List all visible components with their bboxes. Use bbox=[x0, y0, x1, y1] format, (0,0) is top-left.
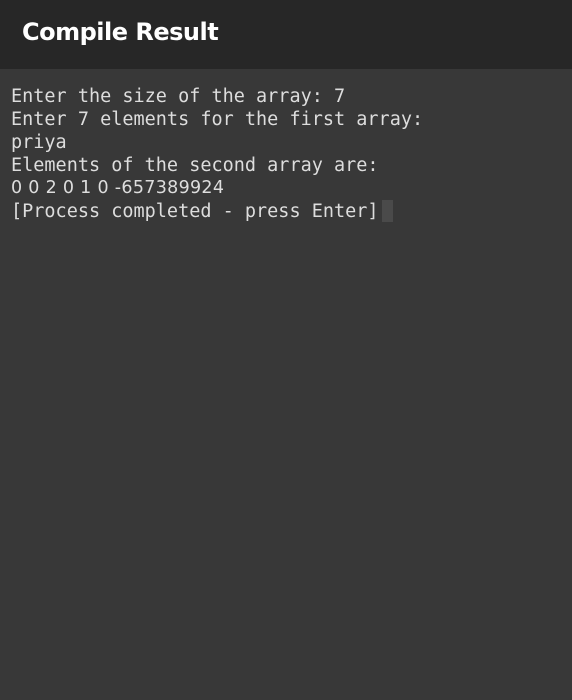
terminal-output-area[interactable]: Enter the size of the array: 7 Enter 7 e… bbox=[0, 69, 572, 700]
terminal-line-user-input: priya bbox=[11, 132, 67, 153]
terminal-line-elements-prompt: Enter 7 elements for the first array: bbox=[11, 109, 424, 130]
terminal-line-array-size: Enter the size of the array: 7 bbox=[11, 86, 346, 107]
terminal-line-second-array-values: 0 0 2 0 1 0 -657389924 bbox=[11, 178, 225, 198]
page-title: Compile Result bbox=[22, 18, 219, 46]
terminal-line-process-status: [Process completed - press Enter] bbox=[11, 200, 423, 223]
terminal-line-second-array-label: Elements of the second array are: bbox=[11, 155, 379, 176]
process-completed-message: [Process completed - press Enter] bbox=[11, 201, 379, 222]
terminal-output: Enter the size of the array: 7 Enter 7 e… bbox=[11, 85, 423, 223]
app-bar: Compile Result bbox=[0, 0, 572, 69]
compile-result-screen: Compile Result Enter the size of the arr… bbox=[0, 0, 572, 700]
text-cursor bbox=[381, 200, 393, 222]
